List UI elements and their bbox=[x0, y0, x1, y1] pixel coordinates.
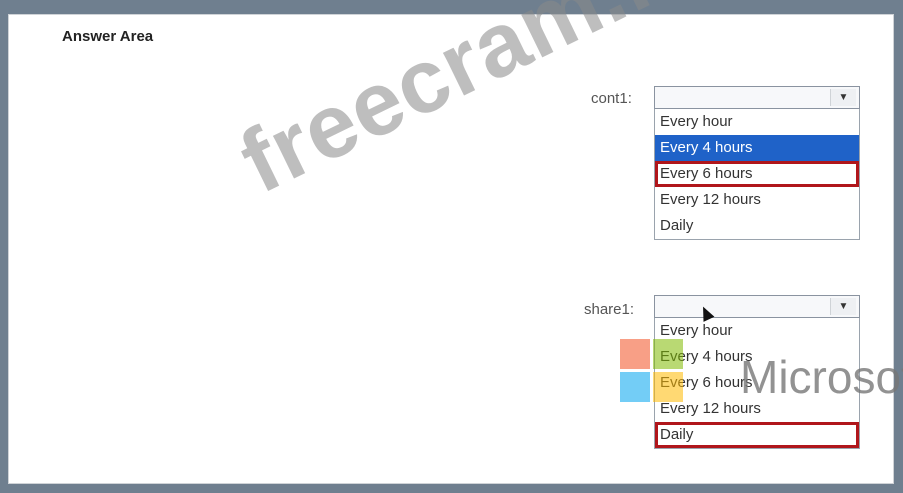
share1-option-answer[interactable]: Daily bbox=[655, 422, 859, 448]
share1-label: share1: bbox=[584, 301, 635, 318]
share1-option[interactable]: Every hour bbox=[655, 318, 859, 344]
cont1-select[interactable]: ▼ bbox=[654, 86, 860, 109]
share1-option[interactable]: Every 6 hours bbox=[655, 370, 859, 396]
cont1-label: cont1: bbox=[591, 90, 632, 107]
share1-options-list: Every hour Every 4 hours Every 6 hours E… bbox=[654, 318, 860, 449]
share1-select[interactable]: ▼ bbox=[654, 295, 860, 318]
chevron-down-icon[interactable]: ▼ bbox=[830, 89, 856, 106]
share1-option[interactable]: Every 12 hours bbox=[655, 396, 859, 422]
cont1-option[interactable]: Every 12 hours bbox=[655, 187, 859, 213]
cont1-option-answer[interactable]: Every 6 hours bbox=[655, 161, 859, 187]
cont1-options-list: Every hour Every 4 hours Every 6 hours E… bbox=[654, 109, 860, 240]
share1-option[interactable]: Every 4 hours bbox=[655, 344, 859, 370]
chevron-down-icon[interactable]: ▼ bbox=[830, 298, 856, 315]
cont1-option-highlighted[interactable]: Every 4 hours bbox=[655, 135, 859, 161]
answer-area-title: Answer Area bbox=[62, 28, 154, 45]
cont1-option[interactable]: Daily bbox=[655, 213, 859, 239]
cont1-option[interactable]: Every hour bbox=[655, 109, 859, 135]
